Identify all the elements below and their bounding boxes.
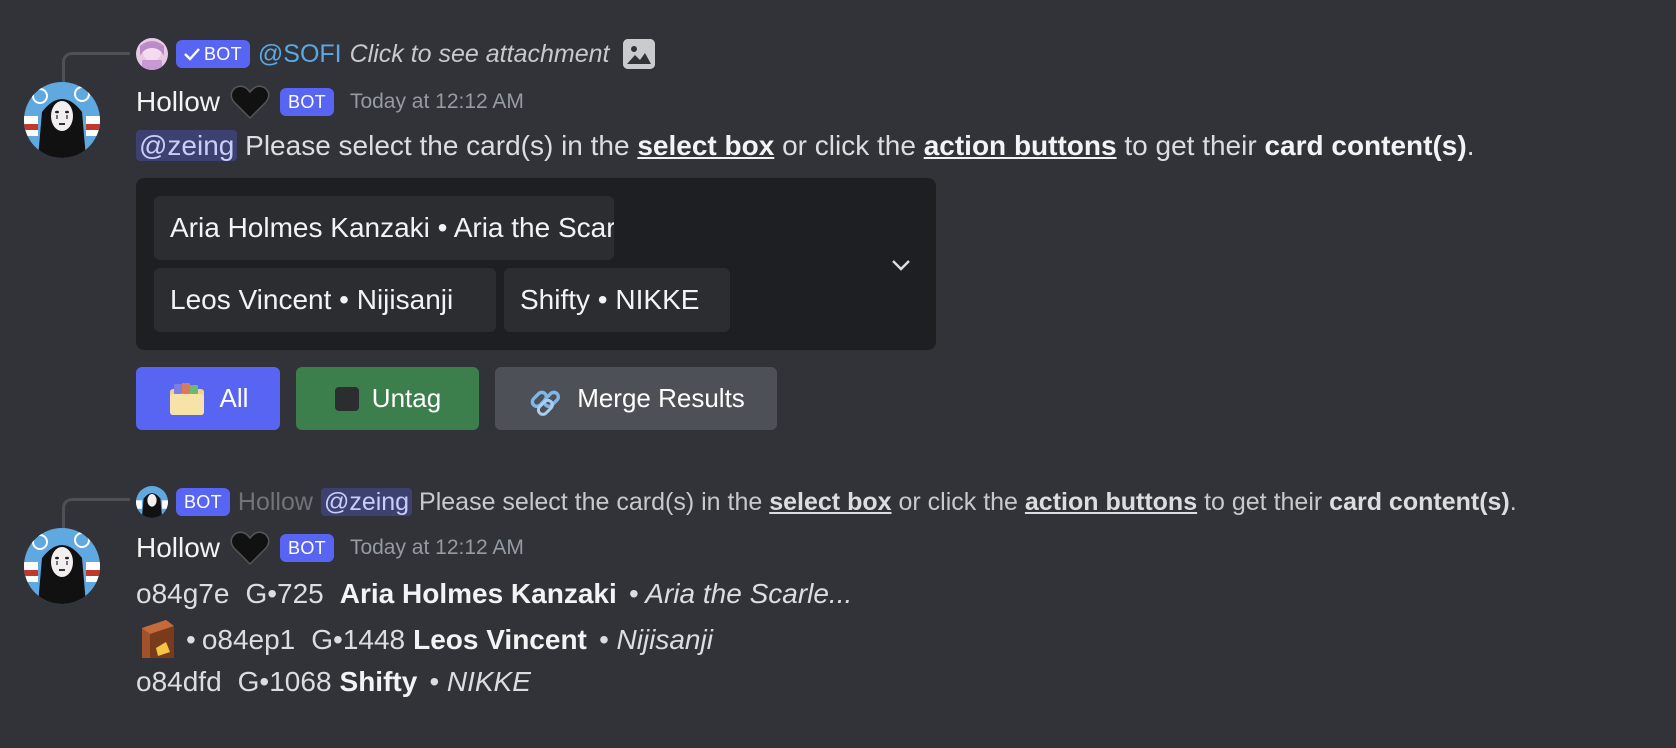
black-square-icon xyxy=(334,386,359,411)
text-part: to get their xyxy=(1124,130,1257,161)
card-character: Aria Holmes Kanzaki xyxy=(339,578,617,609)
timestamp[interactable]: Today at 12:12 AM xyxy=(350,536,524,560)
hollow-mini-avatar[interactable] xyxy=(136,486,168,518)
text-part: to get their xyxy=(1204,487,1323,516)
card-result-line: o84dfd G•1068 Shifty • NIKKE xyxy=(136,662,531,702)
merge-results-button[interactable]: Merge Results xyxy=(495,367,777,430)
card-content-emphasis: card content(s) xyxy=(1264,130,1467,161)
card-code: o84dfd xyxy=(136,666,222,697)
wrapped-gift-icon xyxy=(142,620,174,658)
black-heart-icon xyxy=(230,85,270,120)
select-box-emphasis: select box xyxy=(637,130,775,161)
card-prefix: • xyxy=(186,624,196,655)
selected-card-chip[interactable]: Leos Vincent • Nijisanji xyxy=(154,268,496,332)
card-series: • NIKKE xyxy=(429,666,531,697)
selected-card-chip[interactable]: Shifty • NIKKE xyxy=(504,268,730,332)
card-code: o84g7e xyxy=(136,578,230,609)
text-end: . xyxy=(1509,487,1517,516)
card-content-emphasis: card content(s) xyxy=(1329,487,1510,516)
card-result-line: o84g7e G•725 Aria Holmes Kanzaki • Aria … xyxy=(136,574,852,614)
username[interactable]: Hollow xyxy=(136,86,220,118)
bot-tag: BOT xyxy=(176,488,230,516)
card-generation: G•725 xyxy=(245,578,324,609)
untag-button-label: Untag xyxy=(371,383,442,413)
user-mention[interactable]: @zeing xyxy=(320,487,413,516)
message-header: Hollow BOT Today at 12:12 AM xyxy=(136,84,524,120)
checkmark-icon xyxy=(184,48,200,61)
card-series: • Aria the Scarle... xyxy=(628,578,853,609)
select-box-emphasis: select box xyxy=(769,487,892,516)
user-mention[interactable]: @zeing xyxy=(136,130,238,161)
card-series: • Nijisanji xyxy=(598,624,713,655)
chat-view: BOT @SOFI Click to see attachment Hollow… xyxy=(0,0,1676,748)
text-part: or click the xyxy=(898,487,1018,516)
image-icon[interactable] xyxy=(623,39,656,69)
text-part: Please select the card(s) in the xyxy=(245,130,630,161)
action-buttons-emphasis: action buttons xyxy=(923,130,1117,161)
text-part: Please select the card(s) in the xyxy=(419,487,763,516)
sofi-avatar[interactable] xyxy=(136,38,168,70)
untag-button[interactable]: Untag xyxy=(296,367,479,430)
reply-username[interactable]: Hollow xyxy=(238,488,313,517)
all-button-label: All xyxy=(219,383,249,413)
sofi-mention[interactable]: @SOFI xyxy=(258,40,342,69)
card-character: Leos Vincent xyxy=(413,624,587,655)
chain-link-icon xyxy=(530,390,561,416)
username[interactable]: Hollow xyxy=(136,532,220,564)
card-result-line: • o84ep1 G•1448 Leos Vincent • Nijisanji xyxy=(136,618,713,662)
text-part: or click the xyxy=(782,130,916,161)
black-heart-icon xyxy=(230,531,270,566)
bot-tag-label: BOT xyxy=(204,43,242,64)
bot-tag: BOT xyxy=(280,88,334,116)
hollow-avatar[interactable] xyxy=(24,82,100,158)
reply-connector xyxy=(62,498,130,528)
message-content: @zeing Please select the card(s) in the … xyxy=(136,130,1474,162)
card-character: Shifty xyxy=(339,666,418,697)
attachment-link[interactable]: Click to see attachment xyxy=(350,40,610,69)
message-header: Hollow BOT Today at 12:12 AM xyxy=(136,530,524,566)
bot-tag: BOT xyxy=(280,534,334,562)
all-button[interactable]: All xyxy=(136,367,280,430)
card-code: o84ep1 xyxy=(201,624,296,655)
reply-preview[interactable]: BOT @SOFI Click to see attachment xyxy=(136,36,656,72)
text-end: . xyxy=(1466,130,1475,161)
card-index-icon xyxy=(169,382,204,415)
merge-button-label: Merge Results xyxy=(577,383,745,413)
selected-card-chip[interactable]: Aria Holmes Kanzaki • Aria the Scarlet A… xyxy=(154,196,614,260)
action-buttons-emphasis: action buttons xyxy=(1024,487,1198,516)
verified-bot-tag: BOT xyxy=(176,40,250,68)
card-generation: G•1448 xyxy=(311,624,406,655)
reply-content[interactable]: @zeing Please select the card(s) in the … xyxy=(320,487,1517,517)
chevron-down-icon[interactable] xyxy=(890,254,912,276)
reply-preview[interactable]: BOT Hollow @zeing Please select the card… xyxy=(136,484,1517,520)
card-generation: G•1068 xyxy=(237,666,332,697)
timestamp[interactable]: Today at 12:12 AM xyxy=(350,90,524,114)
reply-connector xyxy=(62,52,130,82)
hollow-avatar[interactable] xyxy=(24,528,100,604)
